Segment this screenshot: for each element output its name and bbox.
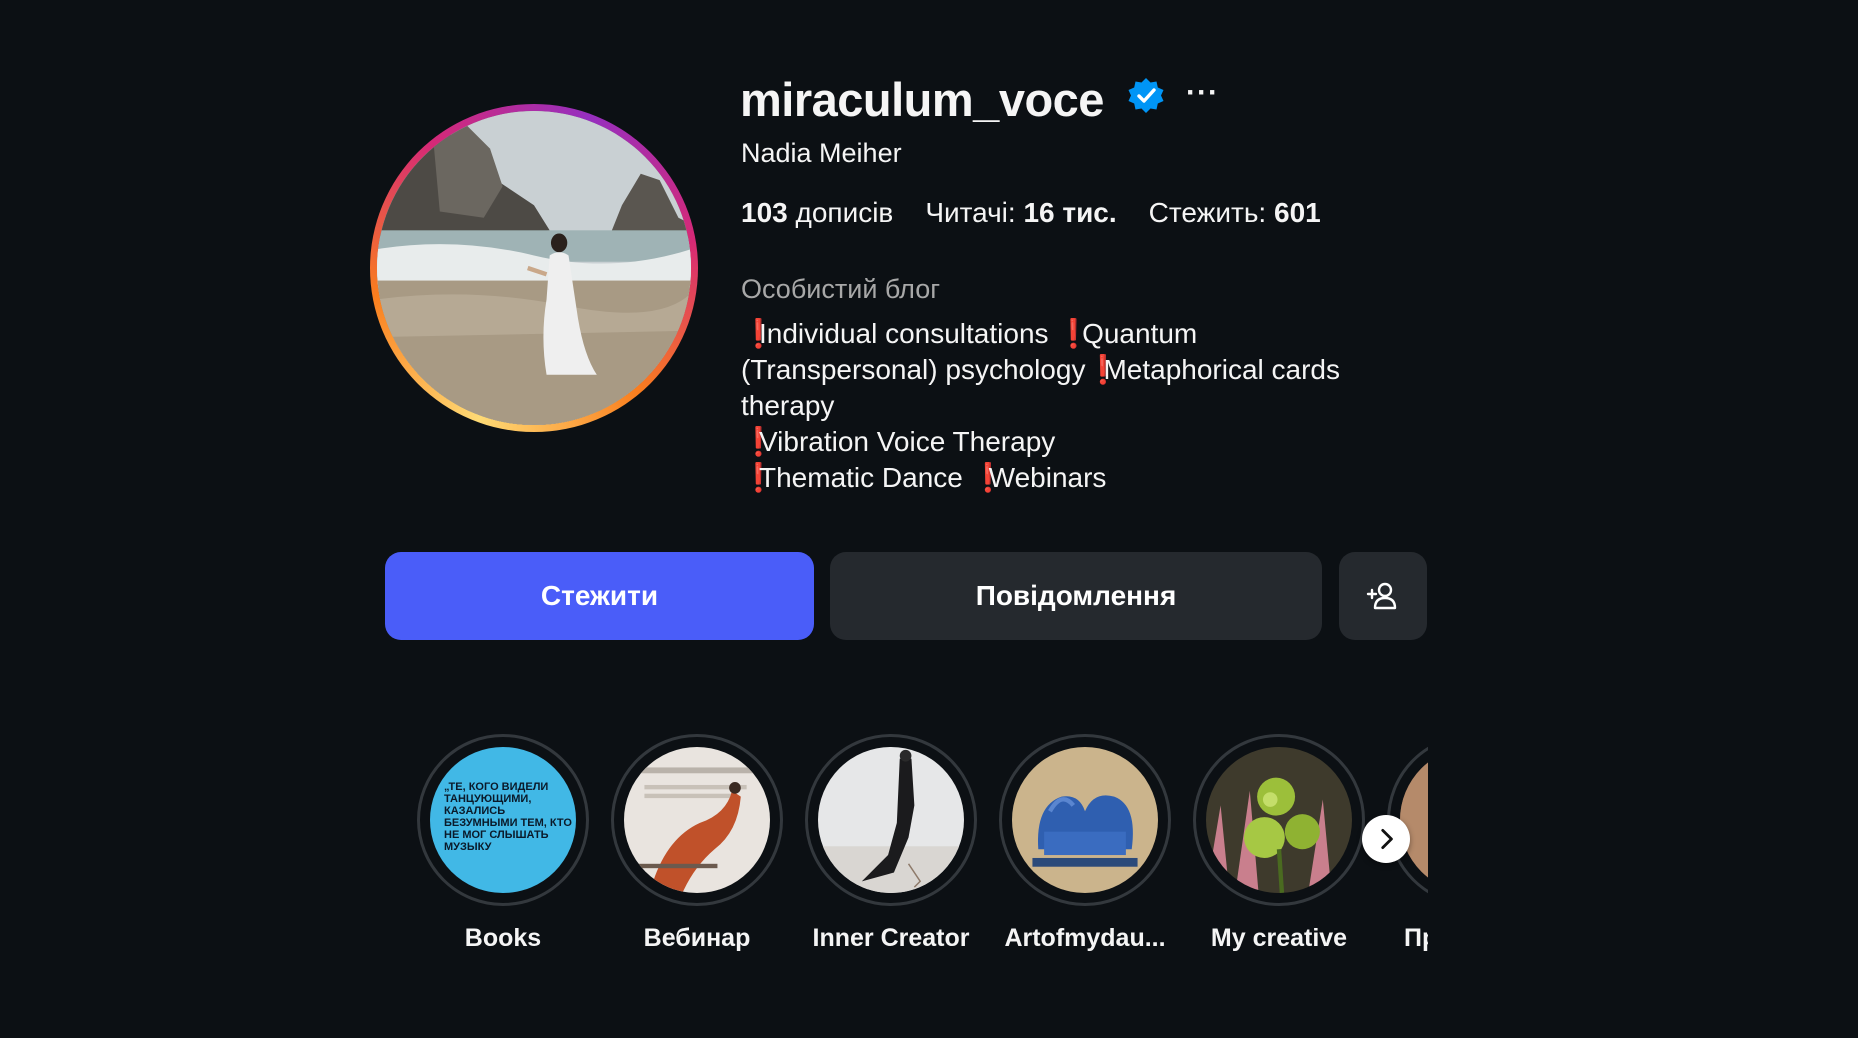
highlight-label: Пря [1404,924,1428,952]
profile-avatar[interactable] [370,104,698,432]
exclamation-icon: ❗ [741,426,776,457]
person-add-icon [1366,582,1397,610]
highlight-cover [1206,747,1352,893]
highlight-cover [1012,747,1158,893]
profile-category: Особистий блог [741,274,941,304]
username: miraculum_voce [740,73,1104,126]
posts-stat: 103 дописів [741,197,894,228]
more-options-icon[interactable]: ··· [1186,76,1219,110]
highlight-cover [1400,747,1428,893]
highlight-ring: „ТЕ, КОГО ВИДЕЛИ ТАНЦУЮЩИМИ, КАЗАЛИСЬ БЕ… [417,734,589,906]
avatar-photo [377,111,691,425]
exclamation-icon: ❗ [1085,354,1121,385]
followers-stat[interactable]: Читачі: 16 тис. [925,197,1116,229]
highlight-item[interactable]: „ТЕ, КОГО ВИДЕЛИ ТАНЦУЮЩИМИ, КАЗАЛИСЬ БЕ… [410,734,596,953]
exclamation-icon: ❗ [741,462,776,493]
highlight-item[interactable]: My creative [1186,734,1372,953]
message-button[interactable]: Повідомлення [830,552,1322,640]
highlight-item[interactable]: Artofmydau... [992,734,1178,953]
profile-stats: 103 дописів Читачі: 16 тис. Стежить: 601 [741,197,1321,229]
exclamation-icon: ❗ [1056,318,1092,349]
profile-bio: ❗Individual consultations ❗ Quantum (Tra… [741,316,1401,496]
highlight-ring [805,734,977,906]
highlight-ring [611,734,783,906]
highlight-label: My creative [1210,924,1348,952]
full-name: Nadia Meiher [741,138,902,168]
highlight-ring [999,734,1171,906]
highlight-item[interactable]: Вебинар [604,734,790,953]
exclamation-icon: ❗ [970,462,1006,493]
story-highlights: „ТЕ, КОГО ВИДЕЛИ ТАНЦУЮЩИМИ, КАЗАЛИСЬ БЕ… [410,734,1428,964]
exclamation-icon: ❗ [741,318,776,349]
highlight-cover-text: „ТЕ, КОГО ВИДЕЛИ ТАНЦУЮЩИМИ, КАЗАЛИСЬ БЕ… [444,781,572,853]
verified-badge-icon [1126,76,1166,116]
highlight-item[interactable]: Inner Creator [798,734,984,953]
chevron-right-icon [1381,828,1393,850]
highlight-label: Inner Creator [812,924,970,952]
highlight-label: Вебинар [643,924,751,952]
suggest-users-button[interactable] [1339,552,1427,640]
following-stat[interactable]: Стежить: 601 [1149,197,1321,229]
highlights-next-button[interactable] [1362,815,1410,863]
highlight-label: Artofmydau... [1004,924,1166,952]
highlight-cover [818,747,964,893]
highlight-cover: „ТЕ, КОГО ВИДЕЛИ ТАНЦУЮЩИМИ, КАЗАЛИСЬ БЕ… [430,747,576,893]
follow-button[interactable]: Стежити [385,552,814,640]
highlight-cover [624,747,770,893]
highlight-label: Books [464,924,542,952]
highlight-ring [1193,734,1365,906]
